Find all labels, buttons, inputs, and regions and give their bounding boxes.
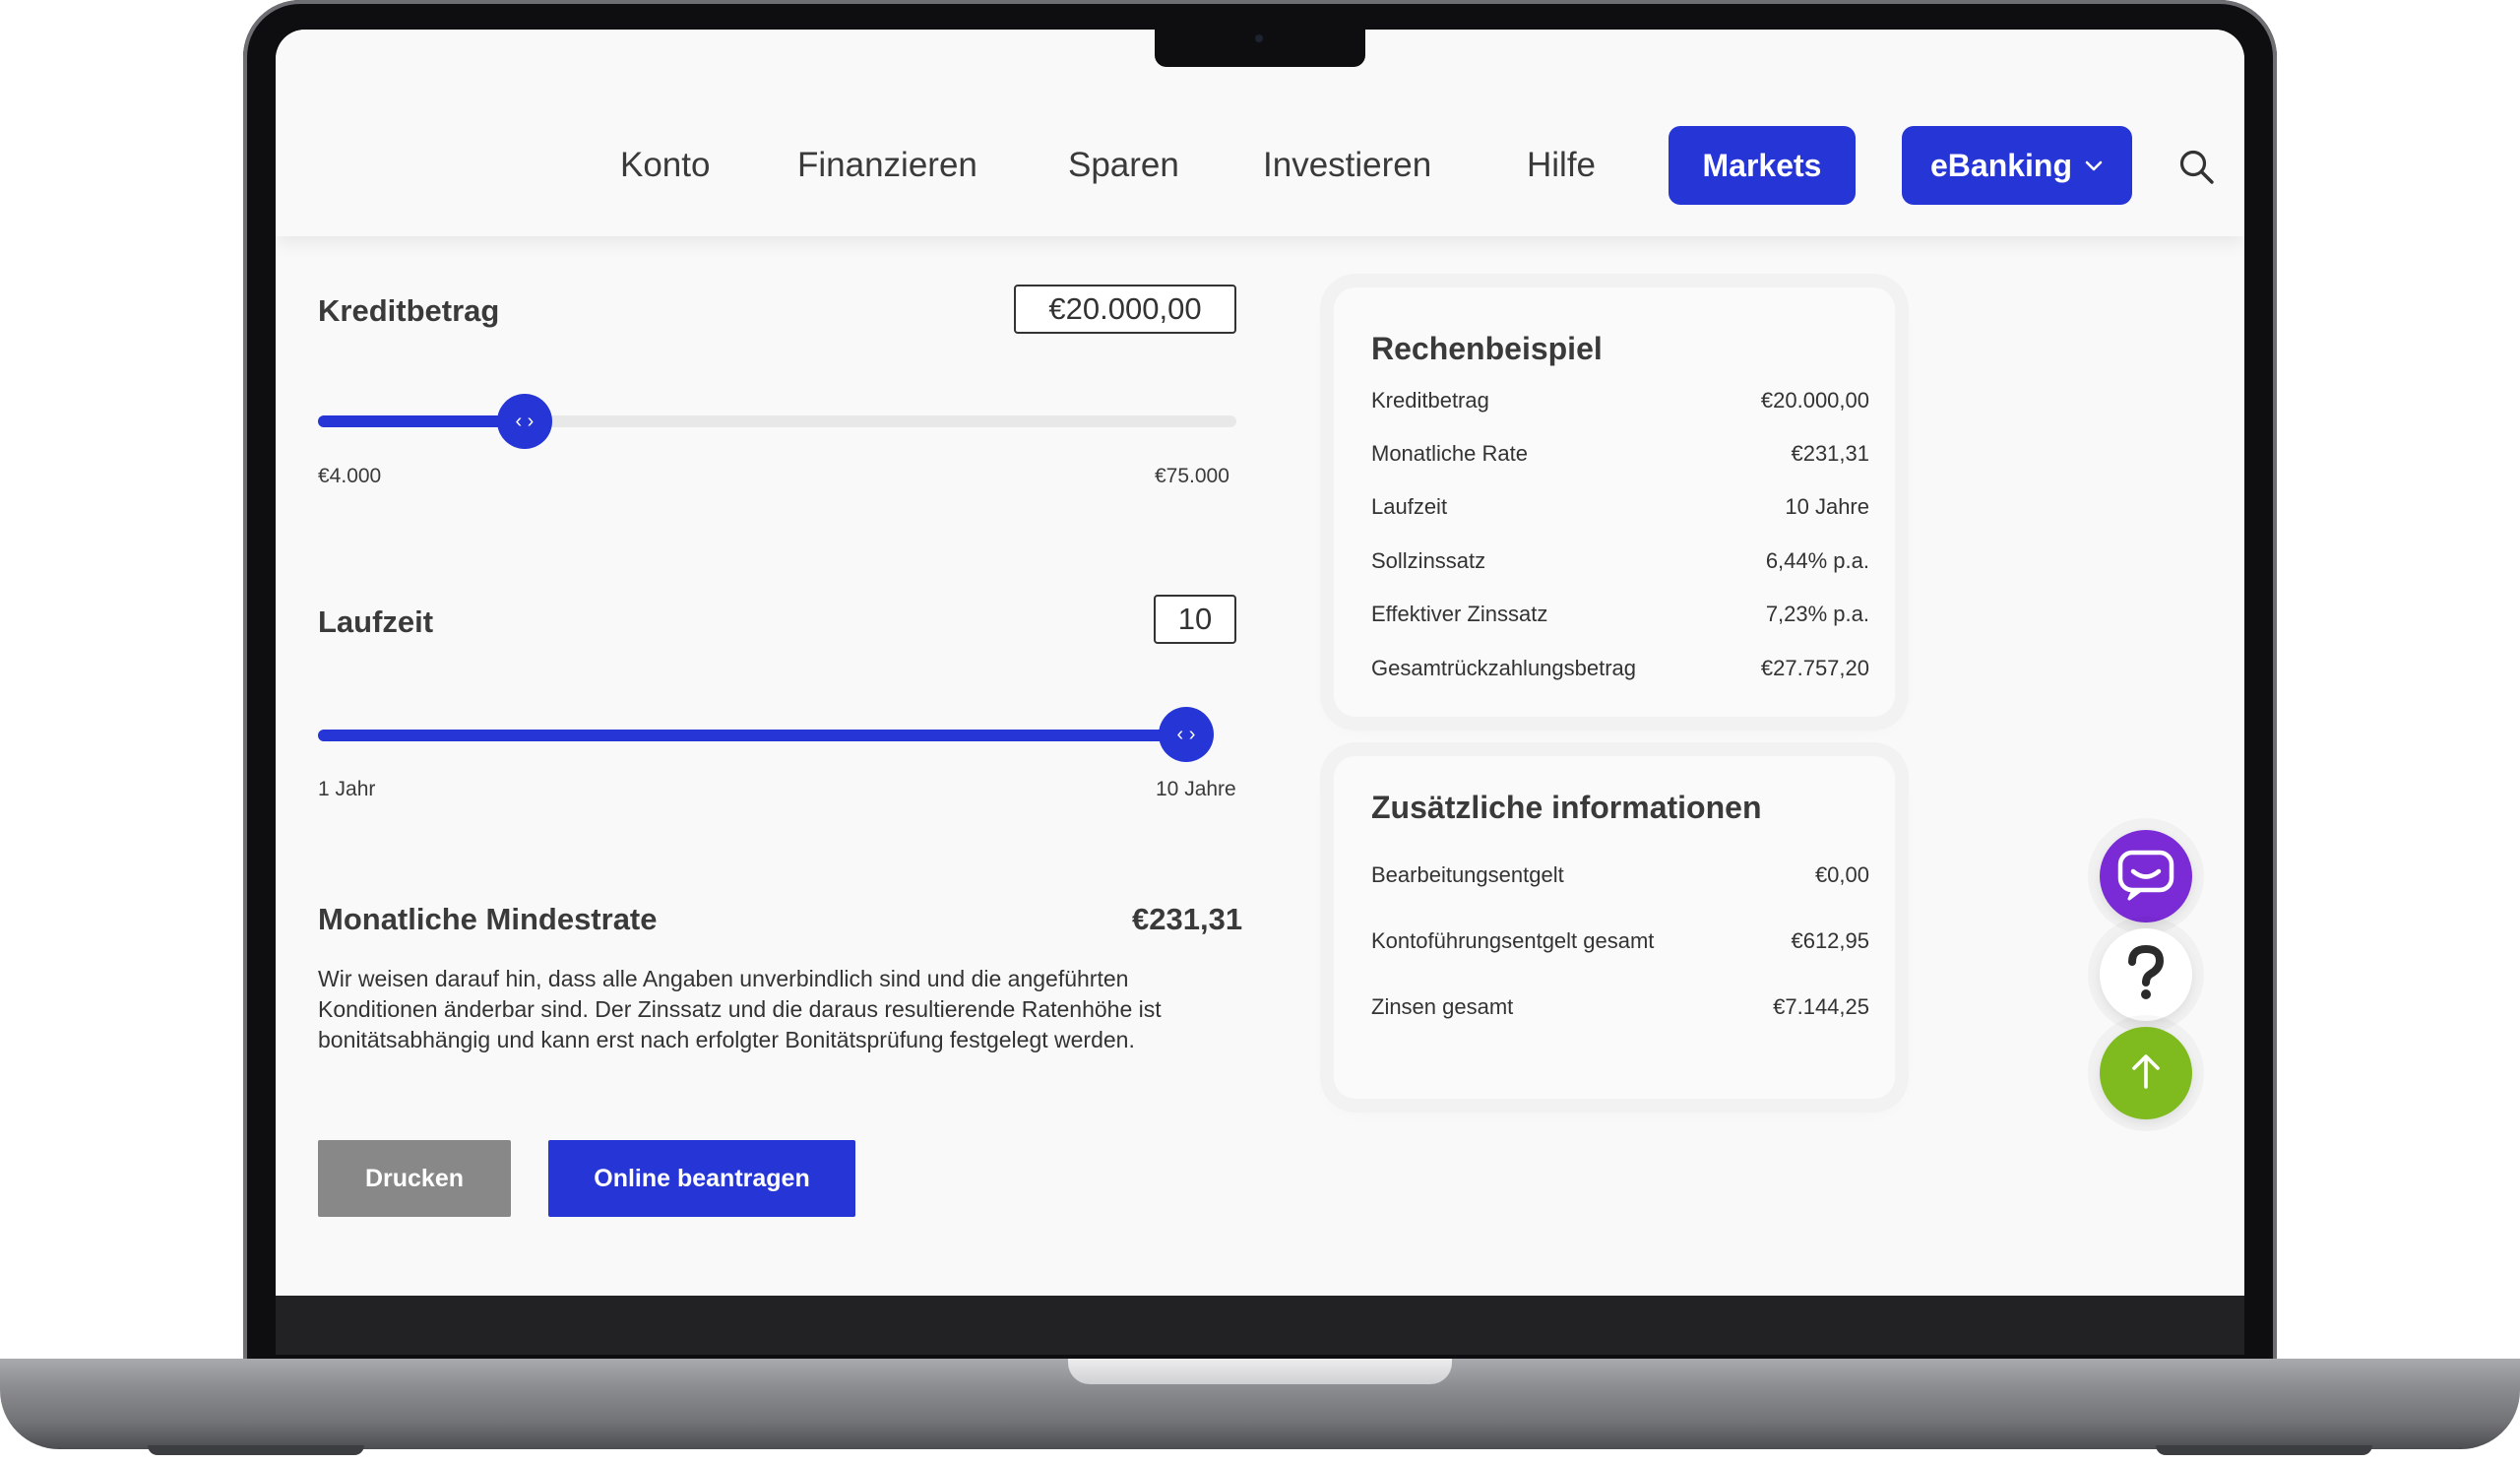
- example-row-value: 6,44% p.a.: [1765, 548, 1869, 573]
- browser-screen: Konto Finanzieren Sparen Investieren Hil…: [276, 30, 2244, 1296]
- example-row-value: 7,23% p.a.: [1765, 602, 1869, 626]
- monthly-rate-label: Monatliche Mindestrate: [318, 902, 658, 936]
- term-slider-handle[interactable]: ‹ ›: [1159, 707, 1214, 762]
- question-mark-icon: [2124, 944, 2168, 1005]
- nav-item-konto[interactable]: Konto: [620, 146, 710, 185]
- example-card: Rechenbeispiel Kreditbetrag €20.000,00 M…: [1334, 287, 1895, 717]
- disclaimer-text: Wir weisen darauf hin, dass alle Angaben…: [318, 966, 1162, 1052]
- term-slider-track[interactable]: [318, 730, 1186, 741]
- example-row-label: Monatliche Rate: [1371, 441, 1528, 466]
- info-row-value: €7.144,25: [1773, 994, 1869, 1019]
- slider-handle-icon: ‹ ›: [515, 410, 535, 432]
- monthly-rate-value: €231,31: [1132, 902, 1243, 936]
- term-max-label: 10 Jahre: [1156, 778, 1236, 800]
- example-title: Rechenbeispiel: [1371, 331, 1603, 366]
- screen-bezel-bottom: [276, 1296, 2244, 1355]
- amount-slider-track[interactable]: [318, 415, 1236, 427]
- amount-min-label: €4.000: [318, 465, 382, 487]
- print-label: Drucken: [364, 1164, 465, 1192]
- example-row-value: €27.757,20: [1760, 656, 1869, 680]
- camera-icon: [1252, 32, 1266, 45]
- example-row-label: Gesamtrückzahlungsbetrag: [1371, 656, 1637, 680]
- arrow-up-icon: [2128, 1051, 2164, 1096]
- example-row: Gesamtrückzahlungsbetrag €27.757,20: [1371, 656, 1869, 681]
- example-row-value: €231,31: [1791, 441, 1869, 466]
- info-row: Bearbeitungsentgelt €0,00: [1371, 862, 1869, 888]
- slider-handle-icon: ‹ ›: [1176, 723, 1196, 745]
- nav-item-hilfe[interactable]: Hilfe: [1527, 146, 1596, 185]
- term-input[interactable]: 10: [1154, 595, 1236, 644]
- term-label: Laufzeit: [318, 604, 434, 639]
- info-row-value: €0,00: [1814, 862, 1869, 887]
- info-row: Kontoführungsentgelt gesamt €612,95: [1371, 928, 1869, 954]
- apply-online-label: Online beantragen: [594, 1164, 810, 1192]
- info-row: Zinsen gesamt €7.144,25: [1371, 994, 1869, 1020]
- example-row: Laufzeit 10 Jahre: [1371, 494, 1869, 520]
- info-card: Zusätzliche informationen Bearbeitungsen…: [1334, 756, 1895, 1099]
- amount-slider-fill: [318, 415, 525, 427]
- term-min-label: 1 Jahr: [318, 778, 376, 800]
- example-row-label: Effektiver Zinssatz: [1371, 602, 1548, 626]
- example-row: Kreditbetrag €20.000,00: [1371, 388, 1869, 413]
- example-row-label: Laufzeit: [1371, 494, 1448, 519]
- amount-slider-handle[interactable]: ‹ ›: [496, 394, 552, 449]
- ebanking-label: eBanking: [1929, 147, 2073, 183]
- example-row-value: €20.000,00: [1760, 388, 1869, 413]
- info-row-value: €612,95: [1791, 928, 1869, 953]
- nav-item-investieren[interactable]: Investieren: [1263, 146, 1431, 185]
- markets-button[interactable]: Markets: [1669, 126, 1856, 205]
- example-row-label: Sollzinssatz: [1371, 548, 1486, 573]
- amount-max-label: €75.000: [1155, 465, 1229, 487]
- laptop-foot-left: [148, 1445, 364, 1455]
- chat-button[interactable]: [2100, 830, 2192, 922]
- amount-label: Kreditbetrag: [318, 293, 500, 328]
- help-button[interactable]: [2100, 928, 2192, 1021]
- chevron-down-icon: [2084, 159, 2104, 172]
- apply-online-button[interactable]: Online beantragen: [548, 1140, 855, 1217]
- info-row-label: Kontoführungsentgelt gesamt: [1371, 928, 1655, 953]
- print-button[interactable]: Drucken: [318, 1140, 511, 1217]
- chat-icon: [2115, 847, 2176, 907]
- ebanking-dropdown-button[interactable]: eBanking: [1902, 126, 2132, 205]
- example-row-value: 10 Jahre: [1785, 494, 1869, 519]
- example-row: Sollzinssatz 6,44% p.a.: [1371, 548, 1869, 574]
- nav-item-sparen[interactable]: Sparen: [1068, 146, 1179, 185]
- nav-item-finanzieren[interactable]: Finanzieren: [797, 146, 977, 185]
- laptop-opening-notch: [1068, 1359, 1452, 1384]
- laptop-foot-right: [2156, 1445, 2372, 1455]
- amount-input[interactable]: €20.000,00: [1014, 285, 1236, 334]
- search-icon[interactable]: [2177, 148, 2217, 187]
- example-row-label: Kreditbetrag: [1371, 388, 1489, 413]
- scroll-top-button[interactable]: [2100, 1027, 2192, 1119]
- info-row-label: Bearbeitungsentgelt: [1371, 862, 1564, 887]
- example-row: Monatliche Rate €231,31: [1371, 441, 1869, 467]
- info-title: Zusätzliche informationen: [1371, 790, 1762, 825]
- term-slider-fill: [318, 730, 1186, 741]
- info-row-label: Zinsen gesamt: [1371, 994, 1514, 1019]
- example-row: Effektiver Zinssatz 7,23% p.a.: [1371, 602, 1869, 627]
- markets-label: Markets: [1702, 147, 1822, 183]
